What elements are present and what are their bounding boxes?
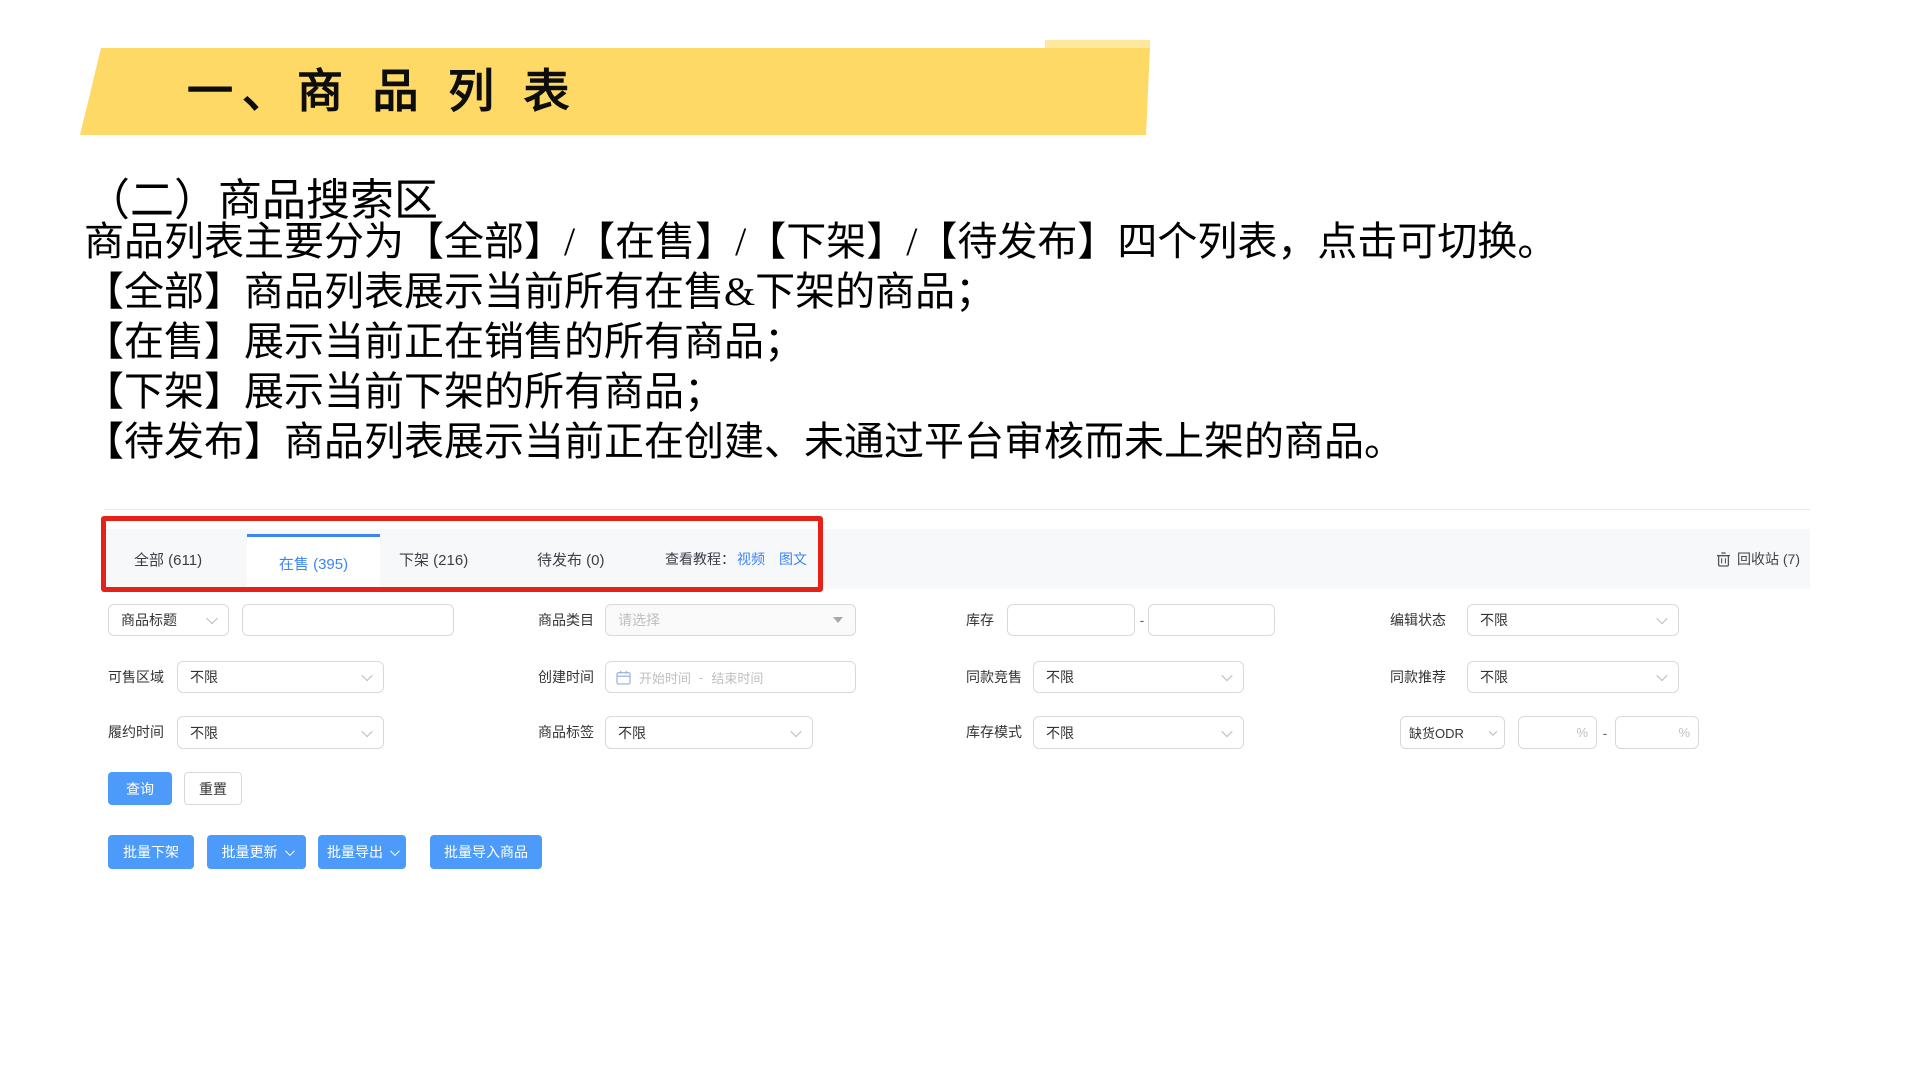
tag-value: 不限 bbox=[618, 723, 646, 743]
query-button[interactable]: 查询 bbox=[108, 772, 172, 805]
tab-onsale-label: 在售 (395) bbox=[279, 553, 348, 574]
tab-unpublished[interactable]: 待发布 (0) bbox=[537, 529, 605, 589]
doc-line: 【在售】展示当前正在销售的所有商品； bbox=[84, 317, 1584, 367]
recycle-bin-button[interactable]: 回收站 (7) bbox=[1716, 529, 1800, 589]
tutorial-label: 查看教程： bbox=[665, 549, 735, 569]
tab-all[interactable]: 全部 (611) bbox=[134, 529, 202, 589]
triangle-down-icon bbox=[833, 617, 843, 623]
edit-status-label: 编辑状态 bbox=[1390, 604, 1446, 636]
batch-update-button[interactable]: 批量更新 bbox=[207, 835, 306, 869]
recommend-value: 不限 bbox=[1480, 667, 1508, 687]
odr-type-value: 缺货ODR bbox=[1409, 723, 1464, 742]
doc-line: 【待发布】商品列表展示当前正在创建、未通过平台审核而未上架的商品。 bbox=[84, 417, 1584, 467]
chevron-down-icon bbox=[1489, 727, 1497, 735]
doc-line: 【全部】商品列表展示当前所有在售&下架的商品； bbox=[84, 267, 1584, 317]
batch-offline-button[interactable]: 批量下架 bbox=[108, 835, 194, 869]
chevron-down-icon bbox=[1656, 613, 1667, 624]
batch-import-label: 批量导入商品 bbox=[444, 842, 528, 862]
title-field-select-value: 商品标题 bbox=[121, 610, 177, 630]
chevron-down-icon bbox=[1221, 670, 1232, 681]
category-select[interactable]: 请选择 bbox=[605, 604, 856, 636]
stock-mode-value: 不限 bbox=[1046, 723, 1074, 743]
batch-offline-label: 批量下架 bbox=[123, 842, 179, 862]
tag-label: 商品标签 bbox=[538, 716, 594, 748]
compete-select[interactable]: 不限 bbox=[1033, 661, 1244, 693]
create-time-range-picker[interactable]: 开始时间 - 结束时间 bbox=[605, 661, 856, 693]
compete-label: 同款竞售 bbox=[966, 661, 1022, 693]
tutorial-article-link[interactable]: 图文 bbox=[779, 549, 807, 569]
recycle-bin-label: 回收站 (7) bbox=[1737, 549, 1800, 569]
start-time-placeholder: 开始时间 bbox=[639, 668, 691, 687]
chevron-down-icon bbox=[1221, 725, 1232, 736]
category-placeholder: 请选择 bbox=[618, 610, 660, 630]
fulfill-time-value: 不限 bbox=[190, 723, 218, 743]
recommend-label: 同款推荐 bbox=[1390, 661, 1446, 693]
range-dash: - bbox=[1598, 716, 1612, 749]
odr-min-input[interactable]: % bbox=[1518, 716, 1597, 749]
chevron-down-icon bbox=[361, 725, 372, 736]
batch-export-label: 批量导出 bbox=[327, 842, 383, 862]
percent-suffix: % bbox=[1678, 725, 1690, 740]
range-dash: - bbox=[1135, 604, 1149, 636]
doc-line: 商品列表主要分为【全部】/【在售】/【下架】/【待发布】四个列表，点击可切换。 bbox=[84, 217, 1584, 267]
stock-min-input[interactable] bbox=[1007, 604, 1135, 636]
end-time-placeholder: 结束时间 bbox=[711, 668, 763, 687]
tutorial-links: 查看教程： 视频 图文 bbox=[665, 529, 807, 589]
batch-update-label: 批量更新 bbox=[222, 842, 278, 862]
fulfill-time-select[interactable]: 不限 bbox=[177, 716, 384, 749]
odr-max-input[interactable]: % bbox=[1615, 716, 1699, 749]
tab-offshelf[interactable]: 下架 (216) bbox=[399, 529, 468, 589]
doc-line: 【下架】展示当前下架的所有商品； bbox=[84, 367, 1584, 417]
tab-onsale[interactable]: 在售 (395) bbox=[247, 534, 380, 589]
date-range-dash: - bbox=[699, 670, 703, 685]
stock-label: 库存 bbox=[966, 604, 994, 636]
fulfill-time-label: 履约时间 bbox=[108, 716, 164, 748]
reset-button-label: 重置 bbox=[199, 779, 227, 799]
chevron-down-icon bbox=[390, 846, 400, 856]
reset-button[interactable]: 重置 bbox=[184, 772, 242, 805]
region-select[interactable]: 不限 bbox=[177, 661, 384, 693]
trash-icon bbox=[1716, 551, 1731, 567]
tab-bar: 全部 (611) 在售 (395) 下架 (216) 待发布 (0) 查看教程：… bbox=[104, 529, 1810, 589]
region-value: 不限 bbox=[190, 667, 218, 687]
title-field-select[interactable]: 商品标题 bbox=[108, 604, 229, 636]
chevron-down-icon bbox=[361, 670, 372, 681]
compete-value: 不限 bbox=[1046, 667, 1074, 687]
query-button-label: 查询 bbox=[126, 779, 154, 799]
recommend-select[interactable]: 不限 bbox=[1467, 661, 1679, 693]
doc-paragraph: 商品列表主要分为【全部】/【在售】/【下架】/【待发布】四个列表，点击可切换。 … bbox=[84, 217, 1584, 467]
odr-type-select[interactable]: 缺货ODR bbox=[1400, 716, 1505, 749]
edit-status-select[interactable]: 不限 bbox=[1467, 604, 1679, 636]
section-title: 一、商 品 列 表 bbox=[187, 55, 1087, 121]
create-time-label: 创建时间 bbox=[538, 661, 594, 693]
tutorial-video-link[interactable]: 视频 bbox=[737, 549, 765, 569]
edit-status-value: 不限 bbox=[1480, 610, 1508, 630]
chevron-down-icon bbox=[206, 613, 217, 624]
title-search-input[interactable] bbox=[242, 604, 454, 636]
stock-max-input[interactable] bbox=[1148, 604, 1275, 636]
stock-mode-select[interactable]: 不限 bbox=[1033, 716, 1244, 749]
calendar-icon bbox=[616, 670, 631, 685]
region-label: 可售区域 bbox=[108, 661, 164, 693]
stock-mode-label: 库存模式 bbox=[966, 716, 1022, 748]
tag-select[interactable]: 不限 bbox=[605, 716, 813, 749]
chevron-down-icon bbox=[1656, 670, 1667, 681]
chevron-down-icon bbox=[790, 725, 801, 736]
batch-export-button[interactable]: 批量导出 bbox=[318, 835, 406, 869]
batch-import-button[interactable]: 批量导入商品 bbox=[430, 835, 542, 869]
chevron-down-icon bbox=[284, 846, 294, 856]
percent-suffix: % bbox=[1576, 725, 1588, 740]
category-label: 商品类目 bbox=[538, 604, 594, 636]
